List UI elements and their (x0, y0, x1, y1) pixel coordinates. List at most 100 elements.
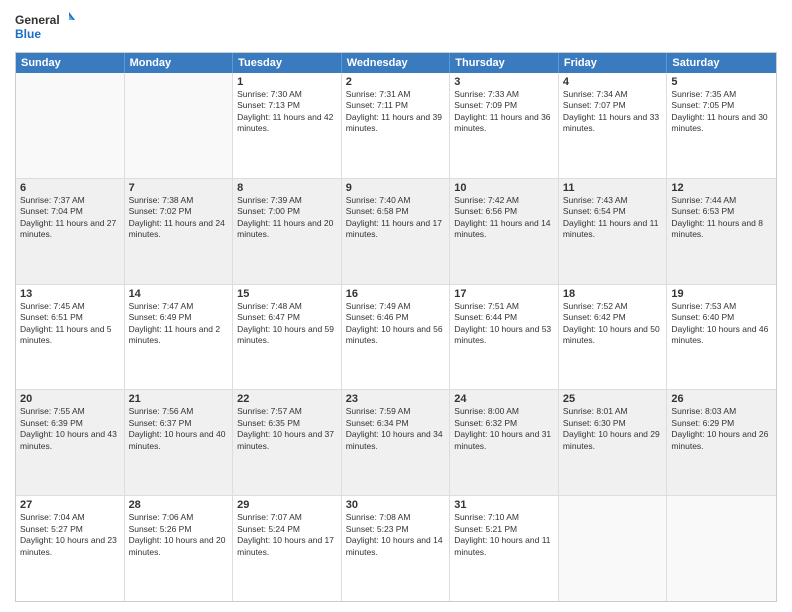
calendar-cell: 18 Sunrise: 7:52 AM Sunset: 6:42 PM Dayl… (559, 285, 668, 390)
day-number: 16 (346, 288, 446, 300)
day-number: 4 (563, 76, 663, 88)
calendar-cell: 20 Sunrise: 7:55 AM Sunset: 6:39 PM Dayl… (16, 390, 125, 495)
sunset-text: Sunset: 6:56 PM (454, 206, 554, 217)
calendar-cell: 13 Sunrise: 7:45 AM Sunset: 6:51 PM Dayl… (16, 285, 125, 390)
calendar-cell: 31 Sunrise: 7:10 AM Sunset: 5:21 PM Dayl… (450, 496, 559, 601)
calendar-cell (16, 73, 125, 178)
sunrise-text: Sunrise: 7:45 AM (20, 301, 120, 312)
sunset-text: Sunset: 7:05 PM (671, 100, 772, 111)
daylight-text: Daylight: 10 hours and 34 minutes. (346, 429, 446, 452)
sunset-text: Sunset: 6:46 PM (346, 312, 446, 323)
sunset-text: Sunset: 6:51 PM (20, 312, 120, 323)
logo: General Blue (15, 10, 75, 46)
daylight-text: Daylight: 11 hours and 17 minutes. (346, 218, 446, 241)
sunrise-text: Sunrise: 7:07 AM (237, 512, 337, 523)
sunrise-text: Sunrise: 7:59 AM (346, 406, 446, 417)
calendar-cell: 3 Sunrise: 7:33 AM Sunset: 7:09 PM Dayli… (450, 73, 559, 178)
day-number: 10 (454, 182, 554, 194)
sunset-text: Sunset: 7:07 PM (563, 100, 663, 111)
day-number: 9 (346, 182, 446, 194)
calendar-cell: 9 Sunrise: 7:40 AM Sunset: 6:58 PM Dayli… (342, 179, 451, 284)
calendar-cell: 22 Sunrise: 7:57 AM Sunset: 6:35 PM Dayl… (233, 390, 342, 495)
calendar-row-0: 1 Sunrise: 7:30 AM Sunset: 7:13 PM Dayli… (16, 73, 776, 179)
day-number: 13 (20, 288, 120, 300)
sunrise-text: Sunrise: 7:30 AM (237, 89, 337, 100)
calendar-header: SundayMondayTuesdayWednesdayThursdayFrid… (16, 53, 776, 73)
daylight-text: Daylight: 11 hours and 36 minutes. (454, 112, 554, 135)
sunset-text: Sunset: 5:26 PM (129, 524, 229, 535)
sunrise-text: Sunrise: 7:55 AM (20, 406, 120, 417)
sunset-text: Sunset: 6:37 PM (129, 418, 229, 429)
daylight-text: Daylight: 11 hours and 14 minutes. (454, 218, 554, 241)
daylight-text: Daylight: 11 hours and 8 minutes. (671, 218, 772, 241)
daylight-text: Daylight: 10 hours and 17 minutes. (237, 535, 337, 558)
day-header-wednesday: Wednesday (342, 53, 451, 73)
day-number: 5 (671, 76, 772, 88)
day-number: 17 (454, 288, 554, 300)
sunrise-text: Sunrise: 7:44 AM (671, 195, 772, 206)
day-header-saturday: Saturday (667, 53, 776, 73)
sunset-text: Sunset: 5:24 PM (237, 524, 337, 535)
day-number: 8 (237, 182, 337, 194)
day-number: 23 (346, 393, 446, 405)
daylight-text: Daylight: 11 hours and 30 minutes. (671, 112, 772, 135)
sunrise-text: Sunrise: 7:39 AM (237, 195, 337, 206)
daylight-text: Daylight: 10 hours and 53 minutes. (454, 324, 554, 347)
daylight-text: Daylight: 11 hours and 24 minutes. (129, 218, 229, 241)
calendar-cell: 8 Sunrise: 7:39 AM Sunset: 7:00 PM Dayli… (233, 179, 342, 284)
svg-text:General: General (15, 13, 60, 27)
sunrise-text: Sunrise: 8:00 AM (454, 406, 554, 417)
daylight-text: Daylight: 11 hours and 27 minutes. (20, 218, 120, 241)
calendar-cell: 15 Sunrise: 7:48 AM Sunset: 6:47 PM Dayl… (233, 285, 342, 390)
sunrise-text: Sunrise: 7:52 AM (563, 301, 663, 312)
day-number: 22 (237, 393, 337, 405)
daylight-text: Daylight: 10 hours and 20 minutes. (129, 535, 229, 558)
sunset-text: Sunset: 6:54 PM (563, 206, 663, 217)
sunrise-text: Sunrise: 7:10 AM (454, 512, 554, 523)
day-header-friday: Friday (559, 53, 668, 73)
sunrise-text: Sunrise: 7:33 AM (454, 89, 554, 100)
day-header-sunday: Sunday (16, 53, 125, 73)
sunset-text: Sunset: 6:53 PM (671, 206, 772, 217)
daylight-text: Daylight: 11 hours and 39 minutes. (346, 112, 446, 135)
sunrise-text: Sunrise: 7:35 AM (671, 89, 772, 100)
sunrise-text: Sunrise: 7:38 AM (129, 195, 229, 206)
sunset-text: Sunset: 7:02 PM (129, 206, 229, 217)
sunrise-text: Sunrise: 7:34 AM (563, 89, 663, 100)
calendar-cell: 14 Sunrise: 7:47 AM Sunset: 6:49 PM Dayl… (125, 285, 234, 390)
sunset-text: Sunset: 6:40 PM (671, 312, 772, 323)
calendar-cell: 30 Sunrise: 7:08 AM Sunset: 5:23 PM Dayl… (342, 496, 451, 601)
day-number: 1 (237, 76, 337, 88)
sunrise-text: Sunrise: 7:37 AM (20, 195, 120, 206)
svg-text:Blue: Blue (15, 27, 41, 41)
sunset-text: Sunset: 6:34 PM (346, 418, 446, 429)
sunset-text: Sunset: 6:39 PM (20, 418, 120, 429)
calendar-cell: 17 Sunrise: 7:51 AM Sunset: 6:44 PM Dayl… (450, 285, 559, 390)
sunset-text: Sunset: 6:32 PM (454, 418, 554, 429)
calendar-cell: 23 Sunrise: 7:59 AM Sunset: 6:34 PM Dayl… (342, 390, 451, 495)
calendar-cell: 27 Sunrise: 7:04 AM Sunset: 5:27 PM Dayl… (16, 496, 125, 601)
daylight-text: Daylight: 10 hours and 40 minutes. (129, 429, 229, 452)
calendar-cell: 19 Sunrise: 7:53 AM Sunset: 6:40 PM Dayl… (667, 285, 776, 390)
calendar-cell: 25 Sunrise: 8:01 AM Sunset: 6:30 PM Dayl… (559, 390, 668, 495)
calendar-cell: 24 Sunrise: 8:00 AM Sunset: 6:32 PM Dayl… (450, 390, 559, 495)
daylight-text: Daylight: 10 hours and 29 minutes. (563, 429, 663, 452)
calendar-cell: 5 Sunrise: 7:35 AM Sunset: 7:05 PM Dayli… (667, 73, 776, 178)
daylight-text: Daylight: 10 hours and 43 minutes. (20, 429, 120, 452)
day-number: 24 (454, 393, 554, 405)
logo-svg: General Blue (15, 10, 75, 46)
sunset-text: Sunset: 7:00 PM (237, 206, 337, 217)
sunrise-text: Sunrise: 7:40 AM (346, 195, 446, 206)
page: General Blue SundayMondayTuesdayWednesda… (0, 0, 792, 612)
sunset-text: Sunset: 6:47 PM (237, 312, 337, 323)
day-number: 26 (671, 393, 772, 405)
daylight-text: Daylight: 10 hours and 46 minutes. (671, 324, 772, 347)
sunset-text: Sunset: 6:29 PM (671, 418, 772, 429)
header: General Blue (15, 10, 777, 46)
sunrise-text: Sunrise: 7:31 AM (346, 89, 446, 100)
calendar-cell: 4 Sunrise: 7:34 AM Sunset: 7:07 PM Dayli… (559, 73, 668, 178)
sunrise-text: Sunrise: 7:51 AM (454, 301, 554, 312)
calendar-cell: 29 Sunrise: 7:07 AM Sunset: 5:24 PM Dayl… (233, 496, 342, 601)
day-number: 19 (671, 288, 772, 300)
day-number: 6 (20, 182, 120, 194)
